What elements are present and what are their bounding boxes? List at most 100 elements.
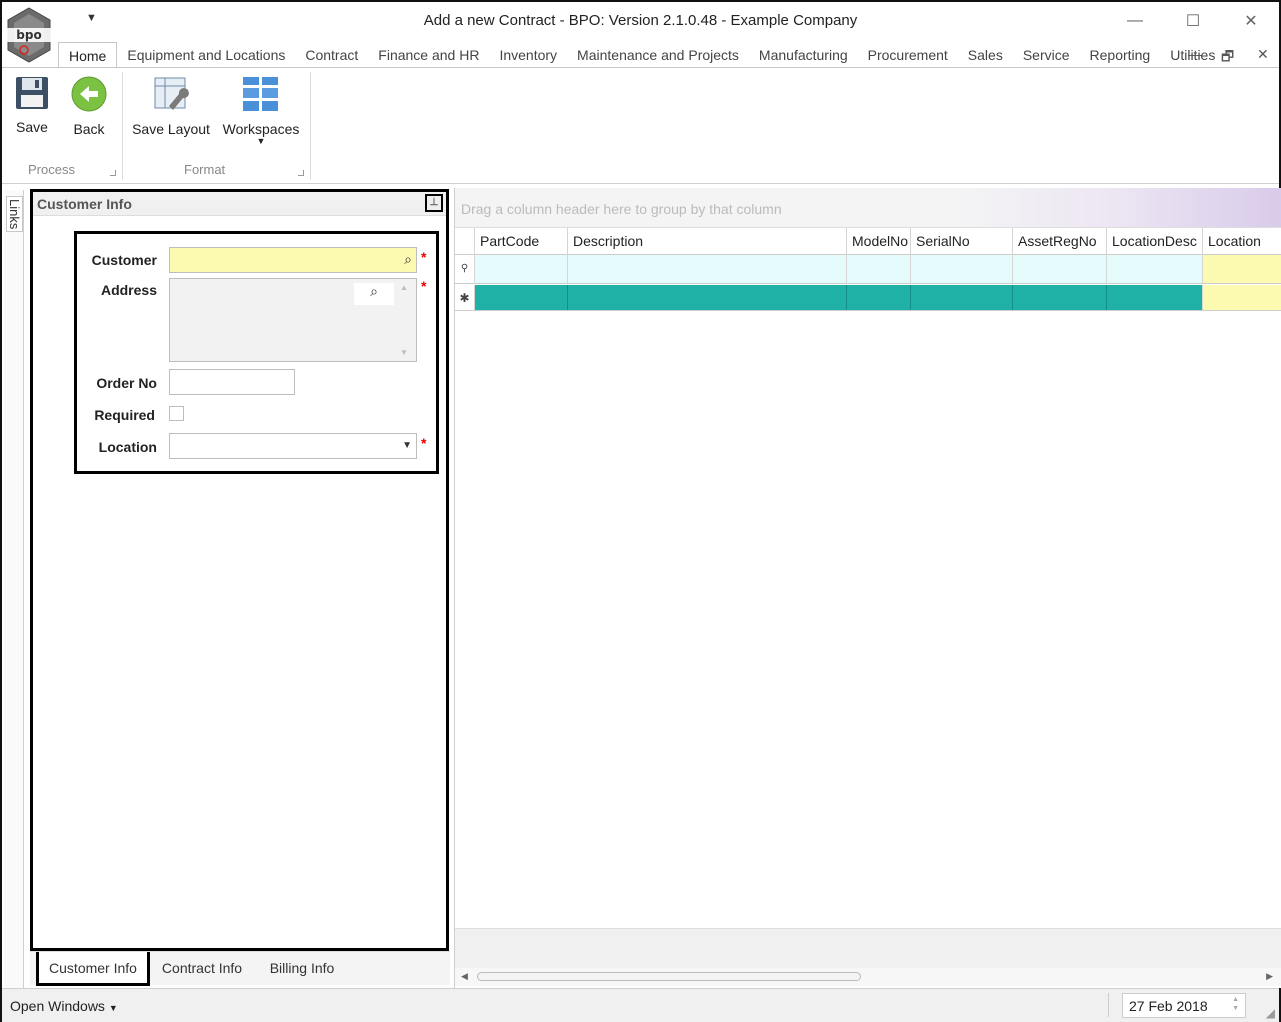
new-row-icon: ✱ (455, 285, 475, 311)
pin-icon[interactable]: ⊥ (425, 194, 443, 212)
column-header[interactable]: PartCode (474, 228, 567, 255)
scroll-down-icon[interactable]: ▼ (400, 348, 408, 357)
tab-billing-info[interactable]: Billing Info (260, 952, 344, 986)
column-header[interactable]: ModelNo (846, 228, 910, 255)
panel-header: Customer Info ⊥ (33, 192, 446, 216)
main-window: bpo ▼ Add a new Contract - BPO: Version … (0, 0, 1281, 1022)
column-header[interactable]: Description (567, 228, 846, 255)
links-tab[interactable]: Links (6, 196, 23, 233)
layout-wrench-icon (130, 76, 212, 115)
chevron-down-icon[interactable]: ▼ (402, 440, 412, 451)
tab-procurement[interactable]: Procurement (858, 42, 958, 68)
cell-divider (910, 255, 911, 283)
ribbon-separator (310, 72, 311, 180)
back-label: Back (73, 121, 105, 137)
parts-grid: Drag a column header here to group by th… (454, 188, 1281, 988)
new-row-cells[interactable] (474, 285, 1202, 310)
date-value: 27 Feb 2018 (1129, 998, 1208, 1014)
scroll-up-icon[interactable]: ▲ (400, 283, 408, 292)
order-no-label: Order No (96, 375, 157, 391)
mdi-minimize-button[interactable]: — (1188, 46, 1202, 62)
customer-field[interactable]: ⌕ (169, 247, 417, 273)
location-dropdown[interactable]: ▼ (169, 433, 417, 459)
grid-header: PartCode Description ModelNo SerialNo As… (455, 228, 1281, 255)
process-group-launcher[interactable] (110, 170, 116, 176)
close-button[interactable]: ✕ (1229, 8, 1273, 34)
auto-filter-row[interactable]: ⚲ (455, 255, 1281, 284)
filter-location-cell[interactable] (1202, 255, 1281, 283)
filter-icon: ⚲ (455, 255, 475, 284)
cell-divider (846, 255, 847, 283)
ribbon-tabs: Home Equipment and Locations Contract Fi… (58, 42, 1279, 68)
cell-divider (567, 285, 568, 310)
mdi-close-button[interactable]: ✕ (1257, 46, 1269, 63)
tab-contract[interactable]: Contract (295, 42, 368, 68)
cell-divider (1106, 255, 1107, 283)
save-label: Save (16, 119, 48, 135)
cell-divider (1106, 285, 1107, 310)
search-icon[interactable]: ⌕ (354, 283, 394, 305)
group-by-panel[interactable]: Drag a column header here to group by th… (455, 188, 1281, 228)
ribbon-separator (122, 72, 123, 180)
cell-divider (846, 285, 847, 310)
required-label: Required (94, 407, 155, 423)
links-sidebar: Links (4, 190, 24, 990)
tab-contract-info[interactable]: Contract Info (154, 952, 250, 986)
scroll-left-icon[interactable]: ◀ (461, 971, 468, 982)
date-spinner-icon[interactable]: ▲ ▼ (1232, 995, 1239, 1013)
tab-manufacturing[interactable]: Manufacturing (749, 42, 858, 68)
cell-divider (910, 285, 911, 310)
column-header[interactable]: AssetRegNo (1012, 228, 1106, 255)
tab-inventory[interactable]: Inventory (489, 42, 567, 68)
grid-footer (455, 928, 1281, 968)
required-checkbox[interactable] (169, 406, 184, 421)
format-group-launcher[interactable] (298, 170, 304, 176)
save-layout-button[interactable]: Save Layout (130, 76, 212, 137)
required-marker: * (421, 435, 427, 451)
column-header[interactable]: LocationDesc (1106, 228, 1202, 255)
tab-customer-info[interactable]: Customer Info (36, 952, 150, 986)
tab-home[interactable]: Home (58, 42, 118, 68)
address-label: Address (100, 282, 157, 298)
header-corner (455, 228, 475, 255)
workspaces-button[interactable]: Workspaces ▼ (222, 76, 300, 146)
window-title: Add a new Contract - BPO: Version 2.1.0.… (423, 12, 858, 29)
filter-cells[interactable] (474, 255, 1202, 283)
tab-finance-and-hr[interactable]: Finance and HR (368, 42, 489, 68)
title-bar: bpo ▼ Add a new Contract - BPO: Version … (2, 2, 1279, 63)
save-button[interactable]: Save (12, 76, 52, 135)
order-no-field[interactable] (169, 369, 295, 395)
tab-sales[interactable]: Sales (958, 42, 1013, 68)
customer-form: Customer ⌕ * Address ⌕ ▲ ▼ * Order No Re… (74, 231, 439, 474)
back-button[interactable]: Back (68, 76, 110, 137)
required-marker: * (421, 249, 427, 265)
ribbon: Save Back Process Save Layout Workspaces… (2, 67, 1279, 184)
date-field[interactable]: 27 Feb 2018 ▲ ▼ (1122, 993, 1246, 1018)
tab-service[interactable]: Service (1013, 42, 1080, 68)
resize-grip-icon[interactable]: ◢ (1266, 1006, 1275, 1020)
status-bar: Open Windows ▼ 27 Feb 2018 ▲ ▼ ◢ (2, 988, 1279, 1022)
open-windows-menu[interactable]: Open Windows ▼ (10, 998, 118, 1014)
required-marker: * (421, 278, 427, 294)
process-group-label: Process (28, 162, 75, 177)
search-icon[interactable]: ⌕ (404, 251, 412, 268)
cell-divider (1012, 285, 1013, 310)
horizontal-scrollbar[interactable]: ◀ ▶ (455, 968, 1281, 986)
status-separator (1108, 993, 1109, 1017)
tab-reporting[interactable]: Reporting (1080, 42, 1161, 68)
svg-text:bpo: bpo (16, 28, 41, 42)
new-item-row[interactable]: ✱ (455, 285, 1281, 311)
save-layout-label: Save Layout (132, 121, 210, 137)
scroll-thumb[interactable] (477, 972, 861, 981)
minimize-button[interactable]: — (1113, 8, 1157, 34)
open-windows-label: Open Windows (10, 998, 105, 1014)
new-row-location-cell[interactable] (1202, 285, 1281, 310)
maximize-button[interactable]: ☐ (1171, 8, 1215, 34)
tab-maintenance-and-projects[interactable]: Maintenance and Projects (567, 42, 749, 68)
scroll-right-icon[interactable]: ▶ (1266, 971, 1273, 982)
customer-label: Customer (91, 252, 157, 268)
column-header[interactable]: Location (1202, 228, 1281, 255)
column-header[interactable]: SerialNo (910, 228, 1012, 255)
address-field[interactable]: ⌕ ▲ ▼ (169, 278, 417, 362)
tab-equipment-and-locations[interactable]: Equipment and Locations (117, 42, 295, 68)
